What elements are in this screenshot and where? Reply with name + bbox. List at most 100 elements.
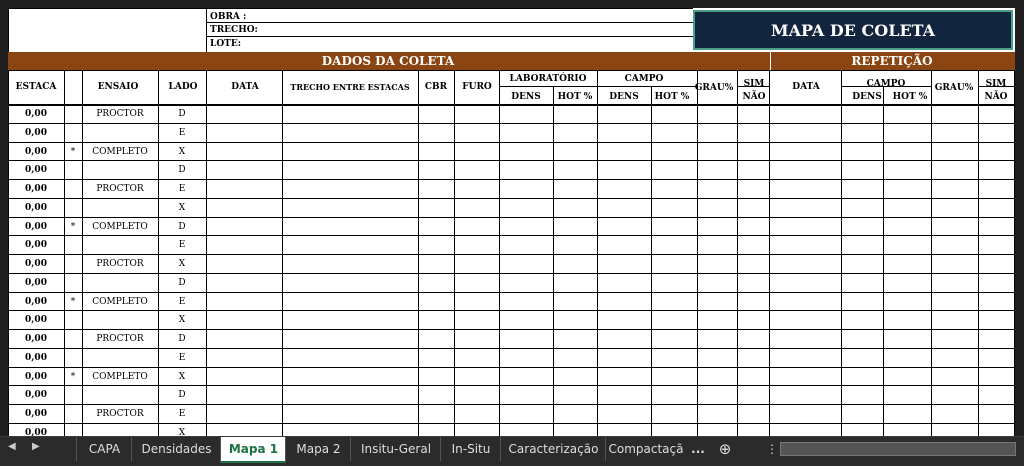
cell-lado[interactable]: E xyxy=(179,240,186,250)
col-rep-sim: SIM xyxy=(985,79,1007,89)
cell-estaca[interactable]: 0,00 xyxy=(25,409,47,419)
grid-line xyxy=(8,70,9,436)
cell-estaca[interactable]: 0,00 xyxy=(25,240,47,250)
grid-line xyxy=(697,70,698,436)
cell-mark[interactable]: * xyxy=(71,372,76,382)
col-data: DATA xyxy=(231,82,259,92)
cell-lado[interactable]: D xyxy=(178,165,185,175)
cell-lado[interactable]: X xyxy=(179,372,185,382)
grid-line xyxy=(8,291,1015,293)
cell-ensaio[interactable]: COMPLETO xyxy=(92,297,147,307)
sheet-tab-bar: ◀ ▶ CAPA Densidades Mapa 1 Mapa 2 Insitu-Ger… xyxy=(0,436,1024,466)
grid-line xyxy=(8,122,1015,124)
obra-label: OBRA : xyxy=(210,12,247,22)
cell-estaca[interactable]: 0,00 xyxy=(25,165,47,175)
grid-line xyxy=(8,141,1015,143)
grid-line xyxy=(931,70,932,436)
cell-lado[interactable]: X xyxy=(179,428,185,436)
grid-line xyxy=(841,86,931,87)
cell-lado[interactable]: X xyxy=(179,259,185,269)
triangle-right-icon[interactable]: ▶ xyxy=(32,441,40,452)
grid-line xyxy=(8,310,1015,312)
tab-mapa-2[interactable]: Mapa 2 xyxy=(285,437,351,461)
cell-mark[interactable]: * xyxy=(71,147,76,157)
grid-line xyxy=(883,86,884,436)
tab-caracteriza-o[interactable]: Caracterização xyxy=(500,437,606,461)
col-rep-hot: HOT % xyxy=(892,92,928,102)
grid-line xyxy=(282,70,283,436)
grid-line xyxy=(8,347,1015,349)
grid-line xyxy=(8,160,1015,162)
grid-line xyxy=(8,254,1015,255)
tab-insitu-geral[interactable]: Insitu-Geral xyxy=(350,437,441,461)
cell-ensaio[interactable]: PROCTOR xyxy=(96,409,143,419)
cell-estaca[interactable]: 0,00 xyxy=(25,278,47,288)
col-lab-hot: HOT % xyxy=(557,92,593,102)
col-sim: SIM xyxy=(743,79,765,89)
col-laboratorio: LABORATÓRIO xyxy=(509,74,587,84)
dados-coleta-title: DADOS DA COLETA xyxy=(321,54,455,68)
cell-lado[interactable]: E xyxy=(179,297,186,307)
cell-estaca[interactable]: 0,00 xyxy=(25,184,47,194)
tab-densidades[interactable]: Densidades xyxy=(131,437,221,461)
col-ensaio: ENSAIO xyxy=(97,82,139,92)
grid-line xyxy=(1014,70,1015,436)
tab-in-situ[interactable]: In-Situ xyxy=(440,437,501,461)
cell-lado[interactable]: D xyxy=(178,390,185,400)
cell-lado[interactable]: D xyxy=(178,278,185,288)
tab-mapa-1[interactable]: Mapa 1 xyxy=(220,437,286,463)
col-rep-campo: CAMPO xyxy=(866,79,906,89)
cell-lado[interactable]: E xyxy=(179,128,186,138)
cell-estaca[interactable]: 0,00 xyxy=(25,390,47,400)
cell-estaca[interactable]: 0,00 xyxy=(25,222,47,232)
cell-ensaio[interactable]: PROCTOR xyxy=(96,109,143,119)
spreadsheet-area[interactable]: OBRA : TRECHO: LOTE: MAPA DE COLETA DADO… xyxy=(0,0,1024,436)
cell-mark[interactable]: * xyxy=(71,297,76,307)
cell-estaca[interactable]: 0,00 xyxy=(25,109,47,119)
cell-estaca[interactable]: 0,00 xyxy=(25,203,47,213)
cell-lado[interactable]: X xyxy=(179,203,185,213)
cell-lado[interactable]: D xyxy=(178,109,185,119)
grid-line xyxy=(8,104,1015,106)
cell-lado[interactable]: E xyxy=(179,184,186,194)
cell-estaca[interactable]: 0,00 xyxy=(25,353,47,363)
cell-lado[interactable]: E xyxy=(179,353,186,363)
cell-ensaio[interactable]: COMPLETO xyxy=(92,372,147,382)
horizontal-scrollbar[interactable] xyxy=(780,442,1016,456)
cell-estaca[interactable]: 0,00 xyxy=(25,128,47,138)
cell-ensaio[interactable]: PROCTOR xyxy=(96,334,143,344)
tab-capa[interactable]: CAPA xyxy=(76,437,132,461)
grid-line xyxy=(769,70,770,436)
cell-lado[interactable]: E xyxy=(179,409,186,419)
cell-ensaio[interactable]: COMPLETO xyxy=(92,222,147,232)
grid-line xyxy=(8,235,1015,237)
cell-ensaio[interactable]: COMPLETO xyxy=(92,147,147,157)
tab-compacta-[interactable]: Compactaçã xyxy=(605,437,686,461)
cell-estaca[interactable]: 0,00 xyxy=(25,372,47,382)
cell-ensaio[interactable]: PROCTOR xyxy=(96,259,143,269)
grid-line xyxy=(553,86,554,436)
vertical-ellipsis-icon[interactable]: ⋮ xyxy=(766,437,778,461)
cell-estaca[interactable]: 0,00 xyxy=(25,147,47,157)
grid-line xyxy=(418,70,419,436)
col-lab-dens: DENS xyxy=(511,92,541,102)
cell-lado[interactable]: X xyxy=(179,147,185,157)
cell-mark[interactable]: * xyxy=(71,222,76,232)
plus-circle-icon[interactable]: ⊕ xyxy=(714,437,736,461)
cell-lado[interactable]: X xyxy=(179,315,185,325)
cell-estaca[interactable]: 0,00 xyxy=(25,259,47,269)
grid-line xyxy=(978,70,979,436)
cell-ensaio[interactable]: PROCTOR xyxy=(96,184,143,194)
cell-lado[interactable]: D xyxy=(178,222,185,232)
grid-line xyxy=(8,385,1015,387)
grid-line xyxy=(978,86,1014,87)
cell-lado[interactable]: D xyxy=(178,334,185,344)
cell-estaca[interactable]: 0,00 xyxy=(25,315,47,325)
triangle-left-icon[interactable]: ◀ xyxy=(8,441,16,452)
cell-estaca[interactable]: 0,00 xyxy=(25,334,47,344)
cell-estaca[interactable]: 0,00 xyxy=(25,428,47,436)
col-nao: NÃO xyxy=(742,92,766,102)
more-tabs-button[interactable]: ... xyxy=(688,437,708,461)
cell-estaca[interactable]: 0,00 xyxy=(25,297,47,307)
grid-line xyxy=(8,366,1015,368)
